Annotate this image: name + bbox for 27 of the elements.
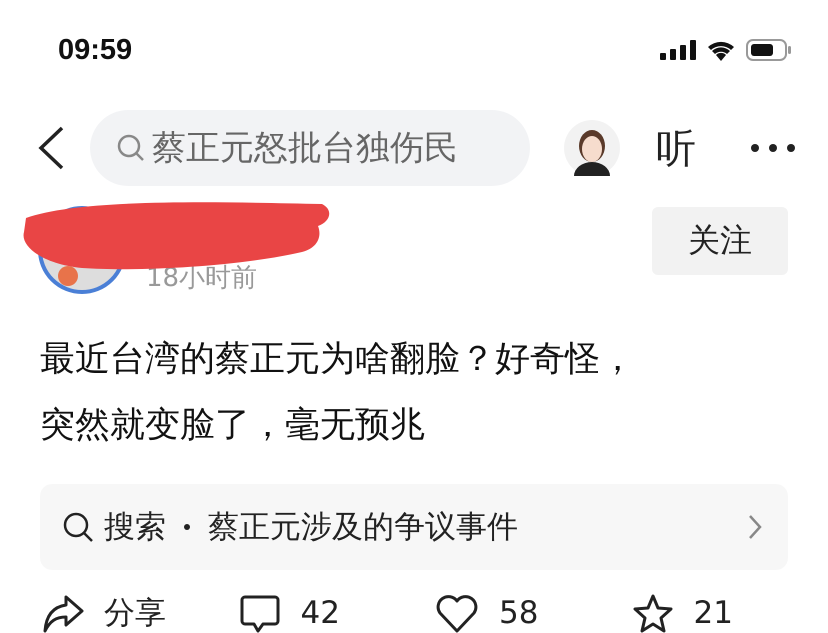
search-topic: 蔡正元涉及的争议事件	[208, 508, 518, 547]
search-field[interactable]: 蔡正元怒批台独伤民	[90, 110, 530, 186]
separator-dot	[184, 524, 190, 530]
search-label: 搜索	[104, 508, 166, 547]
wifi-icon	[706, 39, 736, 61]
related-search-card[interactable]: 搜索 蔡正元涉及的争议事件	[40, 484, 788, 570]
post-text: 突然就变脸了，毫无预兆	[40, 404, 426, 447]
status-time: 09:59	[58, 34, 132, 66]
action-label: 21	[694, 595, 733, 631]
back-icon[interactable]	[38, 126, 64, 170]
signal-icon	[660, 40, 696, 60]
star-icon[interactable]	[632, 593, 674, 633]
battery-icon	[746, 39, 792, 61]
post-text: 最近台湾的蔡正元为啥翻脸？好奇怪，	[40, 338, 636, 381]
listen-button[interactable]: 听	[656, 120, 696, 176]
avatar-icon[interactable]	[564, 120, 620, 176]
search-icon	[116, 133, 146, 163]
share-icon[interactable]	[42, 593, 84, 633]
heart-icon[interactable]	[435, 593, 479, 633]
action-label: 42	[300, 595, 340, 631]
search-icon	[62, 511, 94, 543]
action-label: 58	[499, 595, 538, 631]
action-label: 分享	[104, 594, 166, 633]
chevron-right-icon	[748, 514, 762, 540]
follow-button[interactable]: 关注	[652, 207, 788, 275]
comment-icon[interactable]	[238, 593, 280, 633]
more-icon[interactable]	[750, 143, 796, 153]
